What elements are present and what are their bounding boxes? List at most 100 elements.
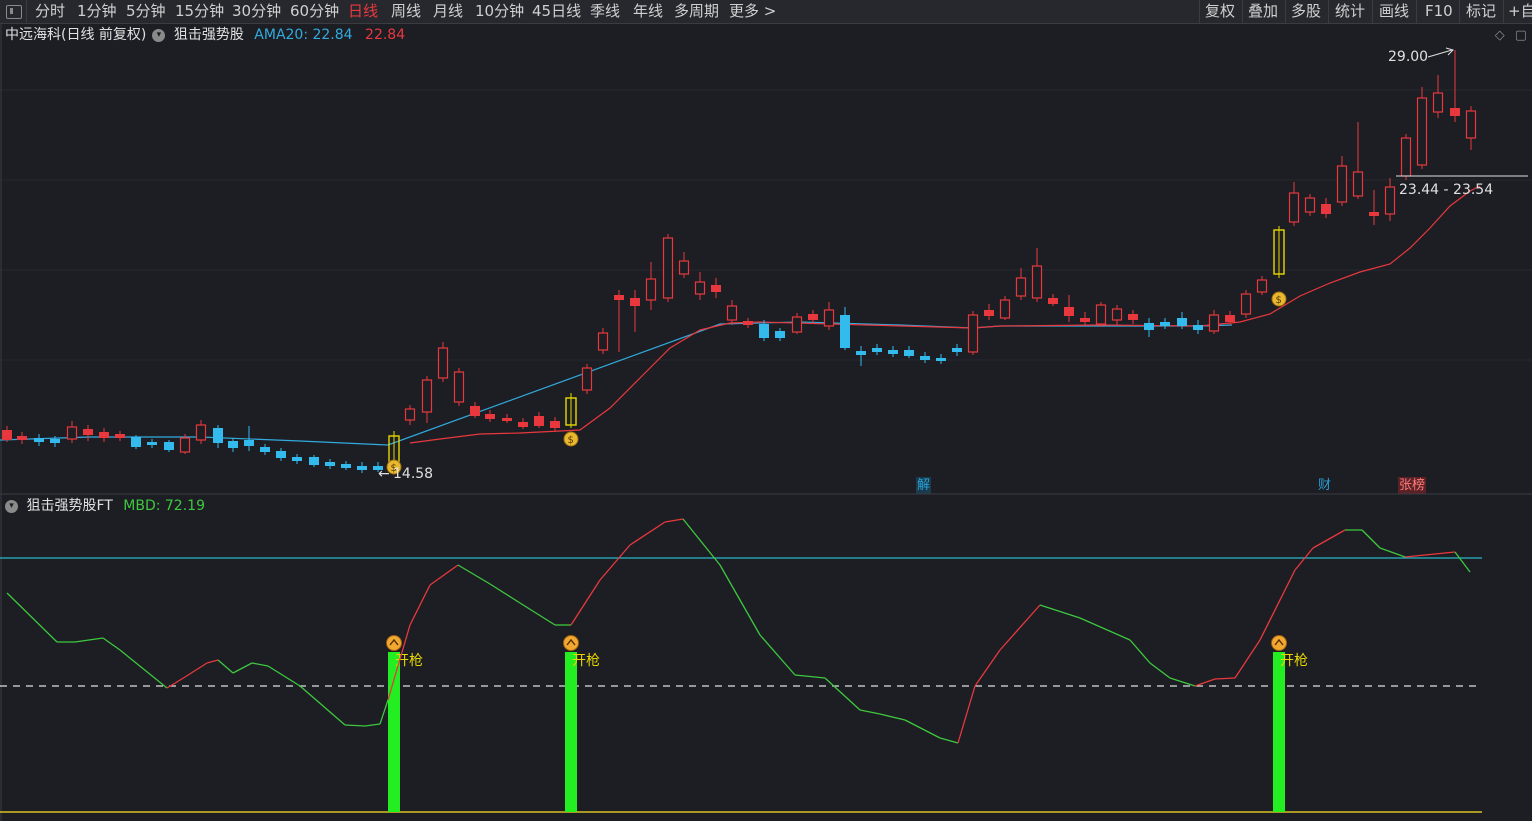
mbd-segment [974, 649, 1001, 687]
candle [872, 344, 882, 355]
high-marker: 29.00 [1388, 47, 1454, 65]
mbd-segment [232, 662, 253, 674]
candle [421, 376, 433, 423]
candle [1144, 318, 1154, 337]
buy-signal-markers: $$$ [386, 226, 1287, 475]
face-icon [386, 635, 402, 651]
buy-signal[interactable]: $ [1271, 226, 1287, 307]
candle [534, 412, 544, 428]
candle [630, 290, 640, 332]
main-grid [0, 89, 1532, 361]
candle [1432, 75, 1444, 118]
mbd-segment [6, 592, 58, 643]
buy-signal-bar[interactable]: 开枪 [1271, 635, 1309, 813]
candle [195, 420, 207, 444]
candle [1400, 134, 1412, 180]
candle [1336, 156, 1348, 206]
chart-canvas[interactable]: $$$ 29.00 ← 14.58 23.44 - 23.54 开枪 开枪 开枪 [0, 0, 1532, 821]
candle [662, 234, 674, 302]
candle [1160, 318, 1170, 329]
candle [597, 328, 609, 354]
candle [1384, 178, 1396, 221]
mbd-segment [759, 634, 796, 676]
face-icon [1271, 635, 1287, 651]
mbd-segment [1361, 529, 1381, 549]
candle [1288, 182, 1300, 226]
mbd-segment [859, 709, 881, 715]
candle [936, 354, 946, 364]
candle [147, 439, 157, 448]
candle [213, 425, 223, 448]
candle [791, 313, 803, 334]
candle [726, 300, 738, 325]
mbd-segment [1424, 551, 1456, 556]
candle [999, 296, 1011, 320]
mbd-segment [1379, 547, 1406, 558]
buy-signal[interactable]: $ [563, 393, 579, 447]
mbd-segment [1149, 662, 1171, 679]
candle [550, 417, 560, 431]
candle [984, 304, 994, 320]
candle [292, 454, 302, 464]
candlesticks [2, 50, 1477, 473]
candle [581, 364, 593, 394]
mbd-segment [719, 564, 761, 636]
buy-signal-bar[interactable]: 开枪 [386, 635, 424, 813]
candle [453, 368, 465, 406]
money-bag-symbol: $ [1276, 295, 1282, 306]
mbd-segment [1312, 529, 1346, 549]
candle [888, 346, 898, 357]
high-price-label: 29.00 [1388, 49, 1428, 65]
candle [904, 346, 914, 358]
mbd-segment [1294, 547, 1314, 571]
mbd-segment [344, 724, 366, 727]
candle [645, 262, 657, 310]
mbd-segment [794, 674, 826, 679]
mbd-segment [570, 579, 601, 626]
mbd-segment [379, 699, 389, 725]
money-bag-symbol: $ [568, 435, 574, 446]
mbd-segment [1129, 639, 1151, 664]
mbd-segment [457, 564, 491, 585]
candle [1465, 106, 1477, 150]
buy-signal-bar[interactable]: 开枪 [563, 635, 601, 813]
candle [17, 432, 27, 444]
candle [952, 344, 962, 356]
candle [341, 461, 351, 470]
candle [276, 448, 286, 461]
mbd-segment [1454, 551, 1471, 573]
mbd-segment [489, 583, 521, 604]
mbd-segment [251, 662, 269, 667]
candle [1450, 50, 1460, 122]
candle [920, 352, 930, 363]
candle [502, 414, 512, 423]
candle [775, 328, 785, 341]
candle [1031, 248, 1043, 302]
mbd-segment [939, 737, 959, 744]
mbd-segment [1234, 639, 1261, 679]
candle [711, 278, 721, 298]
face-icon [563, 635, 579, 651]
mbd-segment [1214, 677, 1236, 680]
mbd-segment [1169, 677, 1196, 687]
mbd-segment [664, 518, 684, 523]
candle [470, 402, 480, 418]
mbd-segment [1404, 554, 1426, 558]
mbd-segment [184, 662, 208, 678]
candle [34, 434, 44, 446]
mbd-segment [267, 665, 301, 687]
candle [404, 405, 416, 425]
candle [1111, 305, 1123, 325]
range-label: 23.44 - 23.54 [1399, 182, 1493, 198]
mbd-segment [1194, 678, 1216, 687]
candle [1128, 310, 1138, 324]
mbd-segment [119, 649, 168, 689]
candle [357, 462, 367, 473]
candle [1369, 190, 1379, 225]
candle [99, 428, 109, 442]
candle [1352, 122, 1364, 199]
mbd-segment [409, 584, 431, 626]
candle [1256, 276, 1268, 295]
mbd-segment [879, 713, 906, 721]
high-arrow [1427, 49, 1453, 58]
